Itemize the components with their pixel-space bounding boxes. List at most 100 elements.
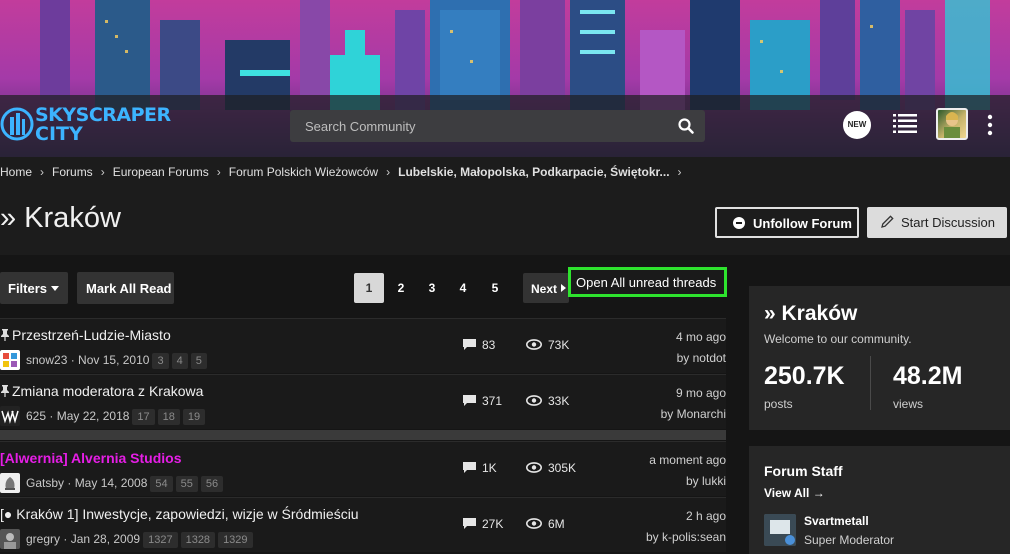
thread-page-link[interactable]: 1327	[143, 532, 178, 548]
mark-all-read-label: Mark All Read	[86, 281, 172, 296]
filters-dropdown[interactable]: Filters	[0, 272, 68, 304]
breadcrumb: Home › Forums › European Forums › Forum Polski…	[0, 165, 690, 183]
thread-page-link[interactable]: 54	[150, 476, 173, 492]
thread-author[interactable]: snow23	[26, 353, 67, 367]
thread-page-link[interactable]: 5	[190, 353, 207, 369]
breadcrumb-region[interactable]: Lubelskie, Małopolska, Podkarpacie, Świę…	[398, 165, 669, 179]
thread-page-link[interactable]: 1329	[218, 532, 253, 548]
last-post-author[interactable]: by k-polis:sean	[646, 530, 726, 544]
last-post-time[interactable]: 9 mo ago	[676, 386, 726, 400]
breadcrumb-separator: ›	[40, 165, 45, 179]
user-avatar[interactable]	[936, 108, 968, 140]
thread-page-link[interactable]: 19	[182, 409, 206, 425]
next-page-button[interactable]: Next	[523, 273, 569, 303]
stats-divider	[870, 356, 871, 410]
forum-info-title: » Kraków	[764, 302, 858, 325]
last-post-time[interactable]: 4 mo ago	[676, 330, 726, 344]
thread-title[interactable]: [Alwernia] Alvernia Studios	[0, 450, 182, 466]
page-1-button[interactable]: 1	[354, 273, 384, 303]
search-icon[interactable]	[677, 117, 695, 135]
arrow-right-icon: →	[812, 486, 825, 500]
thread-author[interactable]: Gatsby	[26, 476, 64, 490]
site-logo[interactable]: SKYSCRAPER CITY	[0, 103, 171, 147]
logo-text-line2: CITY	[35, 123, 83, 145]
replies-count: 83	[482, 338, 496, 352]
breadcrumb-home[interactable]: Home	[0, 165, 32, 179]
posts-count: 250.7K	[764, 362, 845, 390]
thread-meta-text: 625 · May 22, 2018 17 18 19	[26, 409, 206, 425]
thread-replies: 371	[463, 394, 502, 408]
thread-page-link[interactable]: 18	[157, 409, 180, 425]
start-discussion-button[interactable]: Start Discussion	[867, 207, 1007, 238]
page-3-button[interactable]: 3	[417, 273, 447, 303]
open-unread-threads-label: Open All unread threads	[576, 275, 717, 290]
thread-meta-text: snow23 · Nov 15, 2010 3 4 5	[26, 353, 207, 369]
thread-title-text: Przestrzeń-Ludzie-Miasto	[12, 327, 171, 343]
breadcrumb-forums[interactable]: Forums	[52, 165, 93, 179]
views-count: 6M	[548, 517, 565, 531]
thread-title[interactable]: Zmiana moderatora z Krakowa	[0, 383, 203, 399]
staff-name[interactable]: Svartmetall	[804, 514, 869, 528]
thread-page-link[interactable]: 17	[132, 409, 155, 425]
views-count-total: 48.2M	[893, 362, 963, 390]
views-count: 305K	[548, 461, 577, 475]
author-avatar[interactable]	[0, 529, 20, 549]
page-4-button[interactable]: 4	[448, 273, 478, 303]
next-label: Next	[531, 282, 558, 296]
breadcrumb-separator: ›	[677, 165, 682, 179]
last-post-author[interactable]: by Monarchi	[661, 407, 726, 421]
logo-icon	[0, 107, 34, 141]
thread-replies: 1K	[463, 461, 497, 475]
views-count: 73K	[548, 338, 570, 352]
thread-page-link[interactable]: 1328	[180, 532, 216, 548]
thread-page-link[interactable]: 56	[200, 476, 224, 492]
open-unread-threads-button[interactable]: Open All unread threads	[568, 267, 727, 297]
staff-role: Super Moderator	[804, 533, 895, 547]
thread-meta-text: Gatsby · May 14, 2008 54 55 56	[26, 476, 224, 492]
thread-title[interactable]: [● Kraków 1] Inwestycje, zapowiedzi, wiz…	[0, 506, 359, 522]
staff-avatar-image	[764, 514, 796, 546]
list-icon[interactable]	[893, 113, 917, 135]
thread-page-link[interactable]: 55	[175, 476, 198, 492]
thread-page-link[interactable]: 4	[171, 353, 188, 369]
unfollow-forum-button[interactable]: Unfollow Forum	[715, 207, 859, 238]
new-posts-button[interactable]: NEW	[843, 111, 871, 139]
breadcrumb-separator: ›	[216, 165, 221, 179]
thread-row[interactable]: [● Kraków 1] Inwestycje, zapowiedzi, wiz…	[0, 497, 726, 552]
breadcrumb-polish-forum[interactable]: Forum Polskich Wieżowców	[229, 165, 378, 179]
view-all-label: View All	[764, 486, 810, 500]
thread-row[interactable]: Przestrzeń-Ludzie-Miasto snow23 · Nov 15…	[0, 318, 726, 373]
last-post-time[interactable]: 2 h ago	[686, 509, 726, 523]
filters-label: Filters	[8, 281, 48, 296]
views-label: views	[893, 397, 924, 411]
breadcrumb-european-forums[interactable]: European Forums	[113, 165, 209, 179]
page-5-button[interactable]: 5	[480, 273, 510, 303]
page-2-button[interactable]: 2	[386, 273, 416, 303]
thread-row[interactable]: [Alwernia] Alvernia Studios Gatsby · May…	[0, 441, 726, 496]
thread-date: Nov 15, 2010	[78, 353, 150, 367]
last-post-author[interactable]: by lukki	[686, 474, 726, 488]
forum-staff-card: Forum Staff View All → Svartmetall Super…	[749, 446, 1010, 554]
author-avatar[interactable]	[0, 350, 20, 370]
staff-avatar[interactable]	[764, 514, 796, 546]
message-icon	[463, 518, 476, 529]
author-avatar[interactable]	[0, 473, 20, 493]
thread-date: May 14, 2008	[74, 476, 148, 490]
author-avatar[interactable]	[0, 406, 20, 426]
forum-staff-title: Forum Staff	[764, 463, 843, 479]
mark-all-read-button[interactable]: Mark All Read	[77, 272, 174, 304]
view-all-staff-link[interactable]: View All →	[764, 486, 825, 500]
search-input[interactable]: Search Community	[290, 110, 705, 142]
thread-page-link[interactable]: 3	[152, 353, 169, 369]
kebab-menu-icon[interactable]	[986, 114, 994, 136]
eye-icon	[526, 395, 542, 406]
thread-author[interactable]: 625	[26, 409, 46, 423]
thread-row[interactable]: Zmiana moderatora z Krakowa 625 · May 22…	[0, 374, 726, 429]
thread-views: 33K	[526, 394, 569, 408]
last-post-author[interactable]: by notdot	[677, 351, 726, 365]
posts-label: posts	[764, 397, 793, 411]
thread-title[interactable]: Przestrzeń-Ludzie-Miasto	[0, 327, 171, 343]
pin-icon	[1, 385, 9, 397]
thread-author[interactable]: gregry	[26, 532, 60, 546]
last-post-time[interactable]: a moment ago	[649, 453, 726, 467]
